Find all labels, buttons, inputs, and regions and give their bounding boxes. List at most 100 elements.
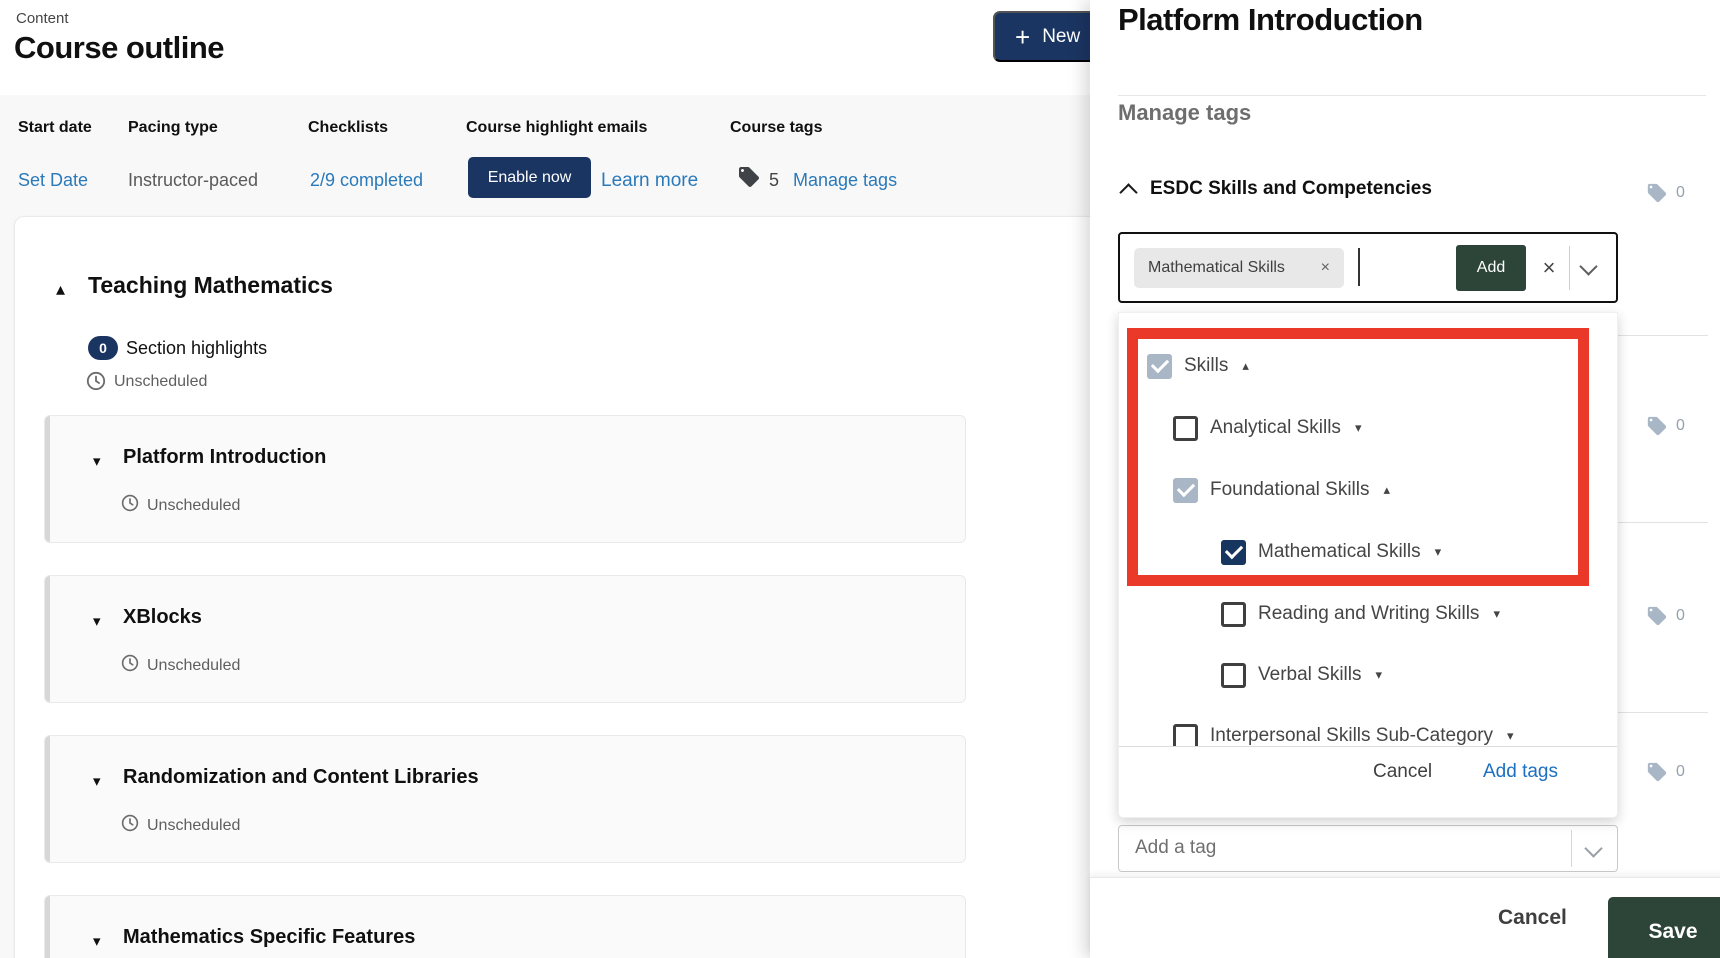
enable-now-button[interactable]: Enable now bbox=[468, 157, 591, 198]
drawer-save-button[interactable]: Save bbox=[1608, 897, 1720, 958]
manage-tags-link[interactable]: Manage tags bbox=[793, 170, 897, 191]
clock-icon bbox=[121, 654, 139, 677]
set-date-link[interactable]: Set Date bbox=[18, 170, 88, 191]
section-collapse-caret-icon[interactable]: ▴ bbox=[56, 280, 65, 298]
checkbox-unchecked[interactable] bbox=[1221, 663, 1246, 688]
option-label: Foundational Skills bbox=[1210, 479, 1369, 501]
option-verbal-skills[interactable]: Verbal Skills ▾ bbox=[1221, 662, 1382, 688]
text-cursor bbox=[1358, 248, 1360, 286]
option-interpersonal-skills[interactable]: Interpersonal Skills Sub-Category ▾ bbox=[1173, 723, 1514, 746]
clear-input-icon[interactable]: × bbox=[1534, 245, 1564, 291]
tag-count-value: 0 bbox=[1676, 417, 1685, 435]
tag-count-value: 0 bbox=[1676, 763, 1685, 781]
screen: Content Course outline + New Start date … bbox=[0, 0, 1720, 958]
caret-down-icon[interactable]: ▾ bbox=[93, 614, 101, 629]
card-left-strip bbox=[45, 736, 50, 862]
subsection-title: Mathematics Specific Features bbox=[123, 926, 415, 949]
caret-down-icon[interactable]: ▾ bbox=[1435, 544, 1442, 560]
caret-down-icon[interactable]: ▾ bbox=[1355, 420, 1362, 436]
tag-count-value: 0 bbox=[1676, 607, 1685, 625]
tag-combobox[interactable]: Mathematical Skills × Add × bbox=[1118, 232, 1618, 303]
checkbox-unchecked[interactable] bbox=[1173, 416, 1198, 441]
taxonomy-tag-count: 0 bbox=[1646, 415, 1685, 437]
drawer-footer: Cancel Save bbox=[1090, 877, 1720, 958]
dropdown-add-tags-button[interactable]: Add tags bbox=[1483, 761, 1558, 783]
drawer-subtitle: Manage tags bbox=[1118, 100, 1251, 126]
breadcrumb-content: Content bbox=[16, 10, 69, 27]
caret-down-icon[interactable]: ▾ bbox=[93, 934, 101, 949]
option-label: Skills bbox=[1184, 355, 1228, 377]
card-left-strip bbox=[45, 416, 50, 542]
checkbox-unchecked[interactable] bbox=[1173, 724, 1198, 747]
checkbox-partial[interactable] bbox=[1147, 354, 1172, 379]
checkbox-partial[interactable] bbox=[1173, 478, 1198, 503]
subsection-title: XBlocks bbox=[123, 606, 202, 629]
subsection-card-platform-introduction[interactable]: ▾ Platform Introduction Unscheduled bbox=[44, 415, 966, 543]
checklists-link[interactable]: 2/9 completed bbox=[310, 170, 423, 191]
add-tag-button[interactable]: Add bbox=[1456, 245, 1526, 291]
option-skills[interactable]: Skills ▴ bbox=[1147, 353, 1249, 379]
option-label: Reading and Writing Skills bbox=[1258, 603, 1479, 625]
taxonomy-tag-count: 0 bbox=[1646, 182, 1685, 204]
chip-remove-icon[interactable]: × bbox=[1321, 259, 1330, 277]
taxonomy-tag-count: 0 bbox=[1646, 605, 1685, 627]
clock-icon bbox=[86, 371, 106, 396]
divider bbox=[1569, 246, 1570, 290]
drawer-title: Platform Introduction bbox=[1118, 2, 1423, 38]
option-mathematical-skills[interactable]: Mathematical Skills ▾ bbox=[1221, 539, 1441, 565]
tag-options-list: Skills ▴ Analytical Skills ▾ Foundationa… bbox=[1119, 313, 1617, 746]
chevron-up-icon[interactable] bbox=[1119, 183, 1137, 201]
checkbox-checked[interactable] bbox=[1221, 540, 1246, 565]
drawer-cancel-button[interactable]: Cancel bbox=[1498, 906, 1567, 930]
taxonomy-name: ESDC Skills and Competencies bbox=[1150, 178, 1432, 200]
page-title: Course outline bbox=[14, 30, 224, 66]
subsection-schedule: Unscheduled bbox=[147, 497, 240, 515]
pacing-type-label: Pacing type bbox=[128, 119, 218, 137]
option-foundational-skills[interactable]: Foundational Skills ▴ bbox=[1173, 477, 1390, 503]
tag-options-dropdown: Skills ▴ Analytical Skills ▾ Foundationa… bbox=[1118, 312, 1618, 818]
card-left-strip bbox=[45, 896, 50, 958]
learn-more-link[interactable]: Learn more bbox=[601, 170, 698, 192]
section-title: Teaching Mathematics bbox=[88, 272, 333, 299]
selected-tag-chip[interactable]: Mathematical Skills × bbox=[1134, 248, 1344, 288]
plus-icon: + bbox=[1015, 24, 1030, 50]
add-tag-placeholder: Add a tag bbox=[1135, 837, 1216, 859]
tag-icon bbox=[1646, 605, 1668, 627]
caret-down-icon[interactable]: ▾ bbox=[1507, 728, 1514, 744]
divider bbox=[1571, 830, 1572, 867]
clock-icon bbox=[121, 814, 139, 837]
taxonomy-tag-count: 0 bbox=[1646, 761, 1685, 783]
manage-tags-drawer: Platform Introduction Manage tags ESDC S… bbox=[1090, 0, 1720, 958]
chevron-down-icon[interactable] bbox=[1579, 257, 1597, 275]
subsection-schedule: Unscheduled bbox=[147, 657, 240, 675]
option-analytical-skills[interactable]: Analytical Skills ▾ bbox=[1173, 415, 1361, 441]
tag-icon bbox=[1646, 761, 1668, 783]
course-tags-count: 5 bbox=[769, 170, 779, 191]
section-highlights-link[interactable]: Section highlights bbox=[126, 338, 267, 359]
section-schedule: Unscheduled bbox=[114, 373, 207, 391]
divider bbox=[1118, 95, 1706, 96]
caret-down-icon[interactable]: ▾ bbox=[93, 454, 101, 469]
dropdown-cancel-button[interactable]: Cancel bbox=[1373, 761, 1432, 783]
add-tag-input[interactable]: Add a tag bbox=[1118, 825, 1618, 872]
chevron-down-icon[interactable] bbox=[1584, 839, 1602, 857]
subsection-card-xblocks[interactable]: ▾ XBlocks Unscheduled bbox=[44, 575, 966, 703]
caret-down-icon[interactable]: ▾ bbox=[93, 774, 101, 789]
caret-up-icon[interactable]: ▴ bbox=[1242, 358, 1249, 374]
option-reading-writing-skills[interactable]: Reading and Writing Skills ▾ bbox=[1221, 601, 1500, 627]
highlight-emails-label: Course highlight emails bbox=[466, 119, 647, 137]
subsection-card-mathematics-features[interactable]: ▾ Mathematics Specific Features bbox=[44, 895, 966, 958]
subsection-title: Platform Introduction bbox=[123, 446, 326, 469]
subsection-card-randomization[interactable]: ▾ Randomization and Content Libraries Un… bbox=[44, 735, 966, 863]
new-button-label: New bbox=[1042, 26, 1080, 48]
tag-count-value: 0 bbox=[1676, 184, 1685, 202]
tag-icon bbox=[1646, 182, 1668, 204]
option-label: Verbal Skills bbox=[1258, 664, 1362, 686]
checkbox-unchecked[interactable] bbox=[1221, 602, 1246, 627]
clock-icon bbox=[121, 494, 139, 517]
caret-down-icon[interactable]: ▾ bbox=[1376, 667, 1383, 683]
chip-label: Mathematical Skills bbox=[1148, 259, 1285, 277]
course-tags-label: Course tags bbox=[730, 119, 822, 137]
caret-down-icon[interactable]: ▾ bbox=[1493, 606, 1500, 622]
caret-up-icon[interactable]: ▴ bbox=[1383, 482, 1390, 498]
